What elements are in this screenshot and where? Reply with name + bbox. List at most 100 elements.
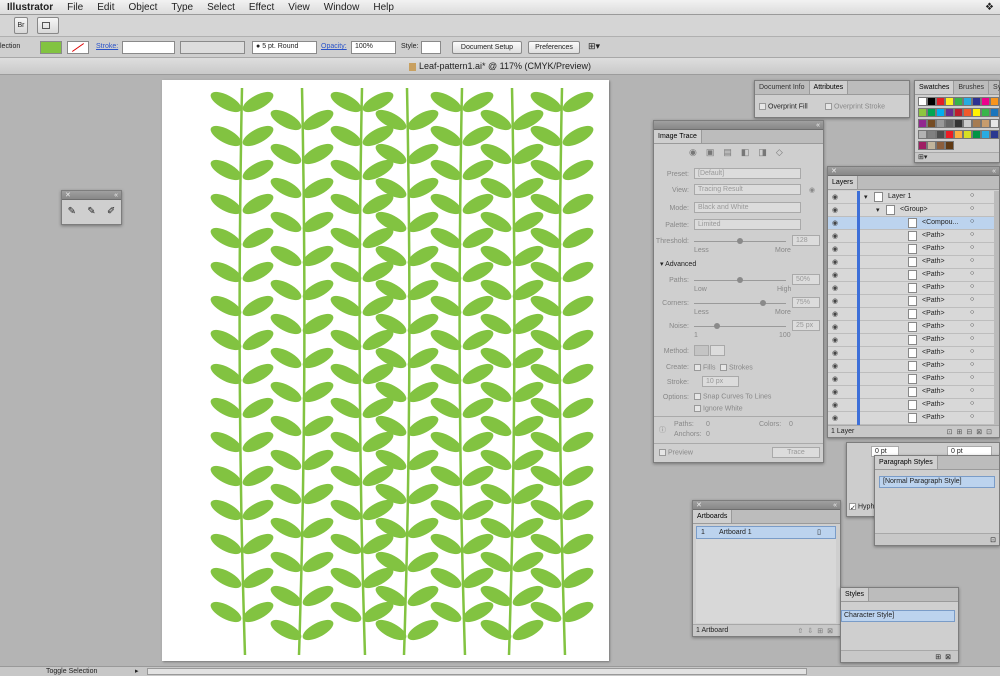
- color-swatch[interactable]: [945, 108, 954, 117]
- advanced-toggle[interactable]: ▾ Advanced: [660, 260, 696, 268]
- color-swatch[interactable]: [936, 130, 945, 139]
- visibility-eye-icon[interactable]: ◉: [832, 258, 838, 266]
- preset-select[interactable]: [Default]: [694, 168, 801, 179]
- color-swatch[interactable]: [972, 119, 981, 128]
- visibility-eye-icon[interactable]: ◉: [832, 336, 838, 344]
- overprint-fill[interactable]: Overprint Fill: [759, 103, 808, 110]
- swatch-grid[interactable]: [918, 97, 1000, 153]
- eye-icon[interactable]: ◉: [809, 186, 815, 194]
- color-swatch[interactable]: [927, 108, 936, 117]
- target-circle-icon[interactable]: ○: [970, 270, 974, 277]
- sublayer-row[interactable]: ◉ <Path> ○: [828, 412, 996, 425]
- horizontal-scrollbar[interactable]: [147, 668, 807, 675]
- swatch-library-icon[interactable]: ⊞▾: [915, 152, 999, 162]
- color-swatch[interactable]: [963, 108, 972, 117]
- fills-checkbox[interactable]: Fills: [694, 364, 715, 371]
- tools-panel[interactable]: ✕ « ✎ ✎ ✐: [61, 190, 122, 225]
- document-tab[interactable]: Leaf-pattern1.ai* @ 117% (CMYK/Preview): [0, 58, 1000, 75]
- sublayer-row[interactable]: ◉ <Path> ○: [828, 308, 996, 321]
- color-swatch[interactable]: [981, 119, 990, 128]
- color-swatch[interactable]: [981, 97, 990, 106]
- menu-view[interactable]: View: [281, 2, 317, 13]
- black-white-icon[interactable]: ◨: [758, 147, 776, 157]
- target-circle-icon[interactable]: ○: [970, 231, 974, 238]
- color-swatch[interactable]: [918, 97, 927, 106]
- visibility-eye-icon[interactable]: ◉: [832, 375, 838, 383]
- sublayer-row[interactable]: ◉ <Path> ○: [828, 230, 996, 243]
- color-swatch[interactable]: [945, 130, 954, 139]
- normal-character-style[interactable]: Character Style]: [841, 610, 955, 622]
- tab-swatches[interactable]: Swatches: [915, 81, 955, 94]
- opacity-field[interactable]: 100%: [351, 41, 396, 54]
- expand-toggle-icon[interactable]: ▾: [864, 193, 868, 201]
- low-color-icon[interactable]: ▤: [723, 147, 741, 157]
- smooth-tool-icon[interactable]: ✎: [87, 206, 95, 217]
- target-circle-icon[interactable]: ○: [970, 361, 974, 368]
- sublayer-row[interactable]: ◉ <Path> ○: [828, 321, 996, 334]
- noise-slider[interactable]: [694, 323, 786, 329]
- menu-effect[interactable]: Effect: [242, 2, 281, 13]
- target-circle-icon[interactable]: ○: [970, 322, 974, 329]
- normal-paragraph-style[interactable]: [Normal Paragraph Style]: [879, 476, 995, 488]
- color-swatch[interactable]: [990, 108, 999, 117]
- target-circle-icon[interactable]: ○: [970, 244, 974, 251]
- visibility-eye-icon[interactable]: ◉: [832, 362, 838, 370]
- target-circle-icon[interactable]: ○: [970, 218, 974, 225]
- status-arrow-icon[interactable]: ▸: [135, 667, 139, 675]
- artboard[interactable]: [162, 80, 609, 661]
- preferences-button[interactable]: Preferences: [528, 41, 580, 54]
- visibility-eye-icon[interactable]: ◉: [832, 206, 838, 214]
- target-circle-icon[interactable]: ○: [970, 374, 974, 381]
- color-swatch[interactable]: [954, 108, 963, 117]
- collapse-icon[interactable]: «: [833, 501, 837, 509]
- threshold-field[interactable]: 128: [792, 235, 820, 246]
- auto-color-icon[interactable]: ◉: [689, 147, 706, 157]
- target-circle-icon[interactable]: ○: [970, 296, 974, 303]
- ignore-white-checkbox[interactable]: Ignore White: [694, 405, 743, 412]
- target-circle-icon[interactable]: ○: [970, 205, 974, 212]
- character-styles-footer[interactable]: ⊞⊠: [841, 650, 958, 662]
- color-swatch[interactable]: [918, 108, 927, 117]
- corners-slider[interactable]: [694, 300, 786, 306]
- artboard-options-icon[interactable]: ▯: [817, 528, 821, 536]
- menu-object[interactable]: Object: [121, 2, 164, 13]
- sublayer-row[interactable]: ◉ <Path> ○: [828, 399, 996, 412]
- color-swatch[interactable]: [990, 130, 999, 139]
- arrange-documents-icon[interactable]: [37, 17, 59, 34]
- visibility-eye-icon[interactable]: ◉: [832, 271, 838, 279]
- color-swatch[interactable]: [927, 130, 936, 139]
- color-swatch[interactable]: [936, 141, 945, 150]
- corners-field[interactable]: 75%: [792, 297, 820, 308]
- sublayer-row[interactable]: ◉ <Path> ○: [828, 282, 996, 295]
- view-select[interactable]: Tracing Result: [694, 184, 801, 195]
- bridge-button[interactable]: Br: [14, 17, 28, 34]
- target-circle-icon[interactable]: ○: [970, 335, 974, 342]
- arrange-icon[interactable]: ⊞▾: [588, 41, 600, 52]
- sublayer-row[interactable]: ◉ <Path> ○: [828, 269, 996, 282]
- color-swatch[interactable]: [963, 119, 972, 128]
- stroke-field[interactable]: 10 px: [702, 376, 739, 387]
- close-icon[interactable]: ✕: [65, 191, 71, 199]
- graphic-style-picker[interactable]: [421, 41, 441, 54]
- color-swatch[interactable]: [936, 108, 945, 117]
- paragraph-styles-footer[interactable]: ⊡: [875, 533, 999, 545]
- high-color-icon[interactable]: ▣: [706, 147, 724, 157]
- layers-actions[interactable]: ⊡⊞⊟⊠⊡: [947, 428, 996, 436]
- color-swatch[interactable]: [918, 141, 927, 150]
- strokes-checkbox[interactable]: Strokes: [720, 364, 753, 371]
- sublayer-row[interactable]: ◉ <Path> ○: [828, 373, 996, 386]
- color-swatch[interactable]: [990, 97, 999, 106]
- stroke-link[interactable]: Stroke:: [96, 43, 118, 50]
- color-swatch[interactable]: [945, 119, 954, 128]
- sublayer-row[interactable]: ◉ <Compou... ○: [828, 217, 996, 230]
- stroke-weight-field[interactable]: [122, 41, 175, 54]
- fill-swatch[interactable]: [40, 41, 62, 54]
- visibility-eye-icon[interactable]: ◉: [832, 284, 838, 292]
- path-eraser-icon[interactable]: ✐: [107, 206, 115, 217]
- paths-field[interactable]: 50%: [792, 274, 820, 285]
- document-setup-button[interactable]: Document Setup: [452, 41, 522, 54]
- target-circle-icon[interactable]: ○: [970, 387, 974, 394]
- palette-select[interactable]: Limited: [694, 219, 801, 230]
- expand-toggle-icon[interactable]: ▾: [876, 206, 880, 214]
- visibility-eye-icon[interactable]: ◉: [832, 310, 838, 318]
